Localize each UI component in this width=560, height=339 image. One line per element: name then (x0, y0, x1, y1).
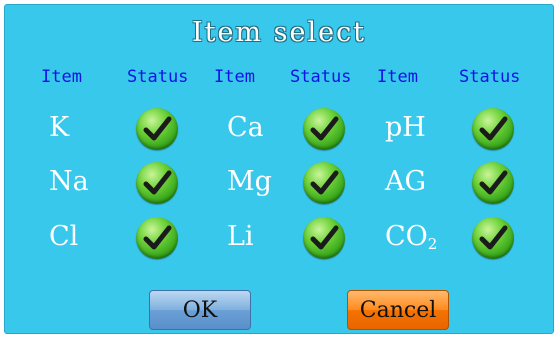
header-item-3: Item (377, 67, 418, 87)
ok-button[interactable]: OK (149, 290, 251, 330)
header-status-3: Status (459, 67, 521, 87)
status-toggle-ph[interactable] (472, 108, 514, 150)
header-item-1: Item (41, 67, 82, 87)
item-label-ph: pH (385, 112, 426, 143)
status-toggle-ca[interactable] (303, 108, 345, 150)
status-toggle-cl[interactable] (136, 217, 178, 259)
item-label-mg: Mg (227, 166, 272, 197)
status-toggle-ag[interactable] (472, 162, 514, 204)
header-item-2: Item (214, 67, 255, 87)
item-label-cl: Cl (49, 221, 79, 252)
item-label-li: Li (227, 221, 254, 252)
status-toggle-co2[interactable] (472, 217, 514, 259)
status-toggle-mg[interactable] (303, 162, 345, 204)
header-status-2: Status (290, 67, 352, 87)
item-label-k: K (49, 112, 70, 143)
item-label-na: Na (49, 166, 89, 197)
item-select-dialog: Item select Item Status Item Status Item… (4, 4, 554, 334)
cancel-button[interactable]: Cancel (347, 290, 449, 330)
checkmark-icon (143, 116, 172, 141)
status-toggle-na[interactable] (136, 162, 178, 204)
item-label-ca: Ca (227, 112, 264, 143)
checkmark-icon (143, 225, 172, 250)
co2-subscript: 2 (427, 235, 438, 253)
item-label-ag: AG (385, 166, 427, 197)
checkmark-icon (310, 170, 339, 195)
checkmark-icon (479, 170, 508, 195)
status-toggle-k[interactable] (136, 108, 178, 150)
checkmark-icon (310, 225, 339, 250)
checkmark-icon (479, 116, 508, 141)
co2-label-base: CO (385, 221, 428, 252)
status-toggle-li[interactable] (303, 217, 345, 259)
dialog-title: Item select (191, 17, 367, 48)
checkmark-icon (143, 170, 172, 195)
checkmark-icon (479, 225, 508, 250)
checkmark-icon (310, 116, 339, 141)
header-status-1: Status (127, 67, 189, 87)
item-label-co2: CO2 (385, 221, 438, 253)
